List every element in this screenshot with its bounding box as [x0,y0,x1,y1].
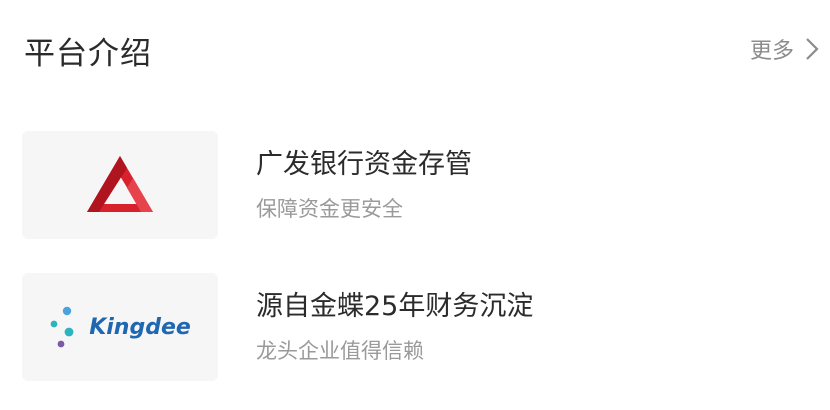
intro-item-kingdee[interactable]: Kingdee 源自金蝶25年财务沉淀 龙头企业值得信赖 [22,272,812,382]
section-header: 平台介绍 更多 [0,0,830,100]
kingdee-logo-icon [50,306,74,348]
kingdee-logo-box: Kingdee [22,273,218,381]
section-title: 平台介绍 [24,36,152,72]
intro-item-cgb[interactable]: 广发银行资金存管 保障资金更安全 [22,130,812,240]
chevron-right-icon [804,36,820,62]
item-subtitle: 龙头企业值得信赖 [256,339,424,363]
cgb-bank-logo-icon [87,156,153,212]
more-link[interactable]: 更多 [750,33,820,65]
item-subtitle: 保障资金更安全 [256,197,403,221]
cgb-logo-box [22,131,218,239]
kingdee-logo: Kingdee [49,305,191,349]
item-title: 广发银行资金存管 [256,149,472,180]
item-title: 源自金蝶25年财务沉淀 [256,291,534,322]
more-label: 更多 [749,39,794,64]
kingdee-logo-text: Kingdee [89,314,191,340]
